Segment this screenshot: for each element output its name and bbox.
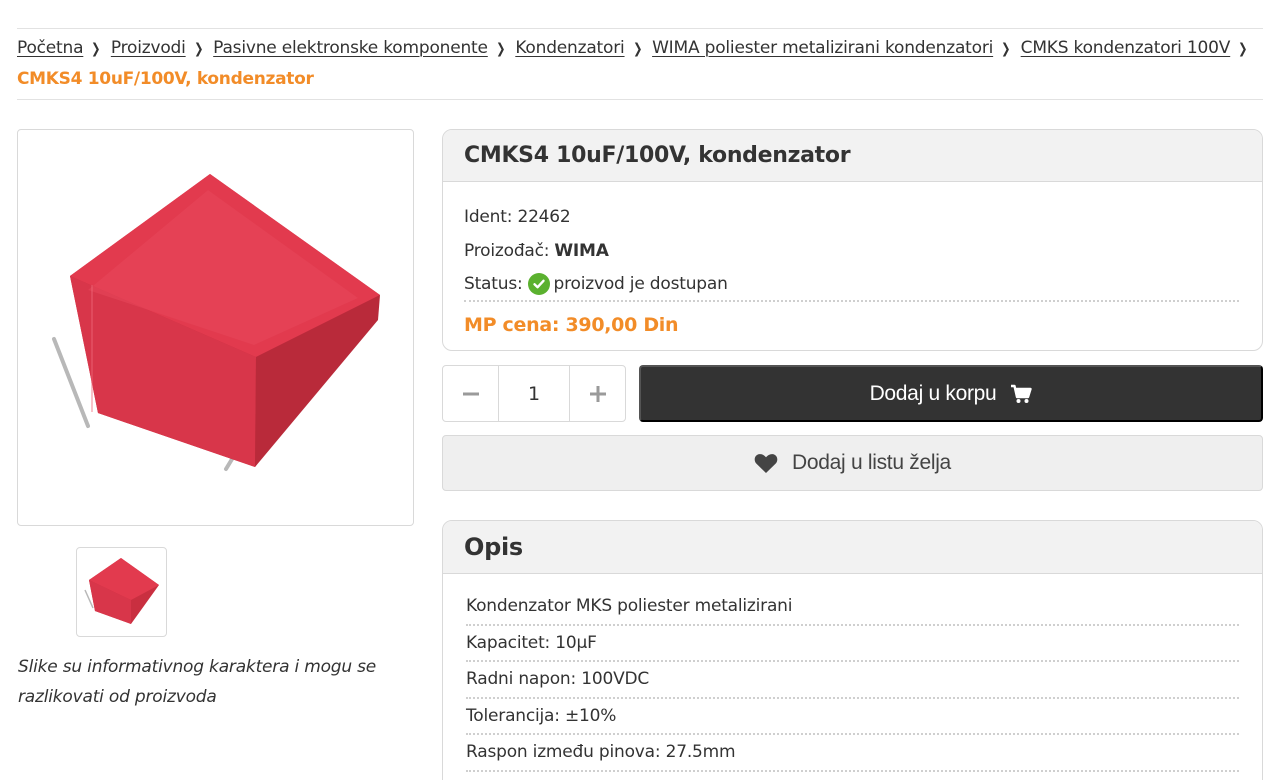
quantity-input[interactable]: [499, 365, 569, 422]
check-circle-icon: [527, 273, 550, 295]
breadcrumb-link-capacitors[interactable]: Kondenzatori: [515, 38, 624, 58]
image-disclaimer: Slike su informativnog karaktera i mogu …: [18, 657, 377, 707]
breadcrumb-current: CMKS4 10uF/100V, kondenzator: [17, 69, 314, 89]
manufacturer-label: Proizođač:: [464, 241, 550, 261]
product-info-panel: CMKS4 10uF/100V, kondenzator Ident: 2246…: [442, 129, 1263, 351]
price-row: MP cena: 390,00 Din: [464, 308, 1241, 342]
manufacturer-row: Proizođač: WIMA: [464, 234, 1241, 268]
top-divider: [17, 28, 1263, 29]
chevron-right-icon: ❯: [1238, 41, 1248, 57]
add-to-wishlist-label: Dodaj u listu želja: [792, 451, 951, 474]
product-main-image[interactable]: [17, 129, 414, 526]
product-info-header: CMKS4 10uF/100V, kondenzator: [443, 130, 1262, 182]
breadcrumb-link-passive-components[interactable]: Pasivne elektronske komponente: [213, 38, 488, 58]
product-thumbnail[interactable]: [76, 547, 167, 637]
price-value: 390,00 Din: [565, 314, 679, 336]
ident-row: Ident: 22462: [464, 200, 1241, 234]
quantity-decrease-button[interactable]: [442, 365, 499, 422]
capacitor-thumbnail-image: [84, 558, 159, 624]
add-to-cart-label: Dodaj u korpu: [869, 381, 997, 405]
chevron-right-icon: ❯: [193, 41, 204, 57]
status-row: Status: proizvod je dostupan: [464, 268, 1239, 302]
manufacturer-value: WIMA: [554, 241, 609, 261]
product-title: CMKS4 10uF/100V, kondenzator: [464, 143, 851, 168]
description-row: Kapacitet: 10µF: [466, 626, 1239, 662]
breadcrumb-link-home[interactable]: Početna: [17, 38, 84, 58]
breadcrumb-divider: [17, 99, 1263, 100]
description-row: Radni napon: 100VDC: [466, 662, 1239, 699]
breadcrumb-link-wima[interactable]: WIMA poliester metalizirani kondenzatori: [652, 38, 993, 58]
description-title: Opis: [464, 533, 523, 561]
capacitor-image: [52, 174, 380, 471]
description-row: Kondenzator MKS poliester metalizirani: [466, 589, 1239, 626]
chevron-right-icon: ❯: [632, 41, 642, 57]
minus-icon: [462, 392, 479, 395]
description-header: Opis: [443, 521, 1262, 574]
plus-icon: [589, 385, 606, 402]
chevron-right-icon: ❯: [1001, 41, 1011, 57]
description-panel: Opis Kondenzator MKS poliester metalizir…: [442, 520, 1263, 780]
product-info-body: Ident: 22462 Proizođač: WIMA Status: proi…: [443, 182, 1262, 342]
ident-label: Ident:: [464, 207, 513, 227]
quantity-stepper: [442, 365, 626, 422]
breadcrumb-link-products[interactable]: Proizvodi: [111, 38, 186, 58]
description-row: Tolerancija: ±10%: [466, 699, 1239, 735]
description-body: Kondenzator MKS poliester metalizirani K…: [443, 574, 1262, 772]
quantity-increase-button[interactable]: [569, 365, 626, 422]
ident-value: 22462: [517, 207, 571, 227]
status-value: proizvod je dostupan: [553, 274, 728, 294]
breadcrumb: Početna ❯ Proizvodi ❯ Pasivne elektronske ko…: [17, 33, 1263, 94]
add-to-cart-button[interactable]: Dodaj u korpu: [639, 365, 1263, 422]
chevron-right-icon: ❯: [91, 41, 101, 57]
breadcrumb-link-cmks[interactable]: CMKS kondenzatori 100V: [1021, 38, 1231, 58]
status-label: Status:: [464, 274, 523, 294]
shopping-cart-icon: [1010, 384, 1033, 404]
description-row: Raspon između pinova: 27.5mm: [466, 735, 1239, 772]
heart-icon: [754, 453, 778, 474]
price-label: MP cena:: [464, 314, 560, 336]
chevron-right-icon: ❯: [495, 41, 506, 57]
add-to-wishlist-button[interactable]: Dodaj u listu želja: [442, 435, 1263, 491]
